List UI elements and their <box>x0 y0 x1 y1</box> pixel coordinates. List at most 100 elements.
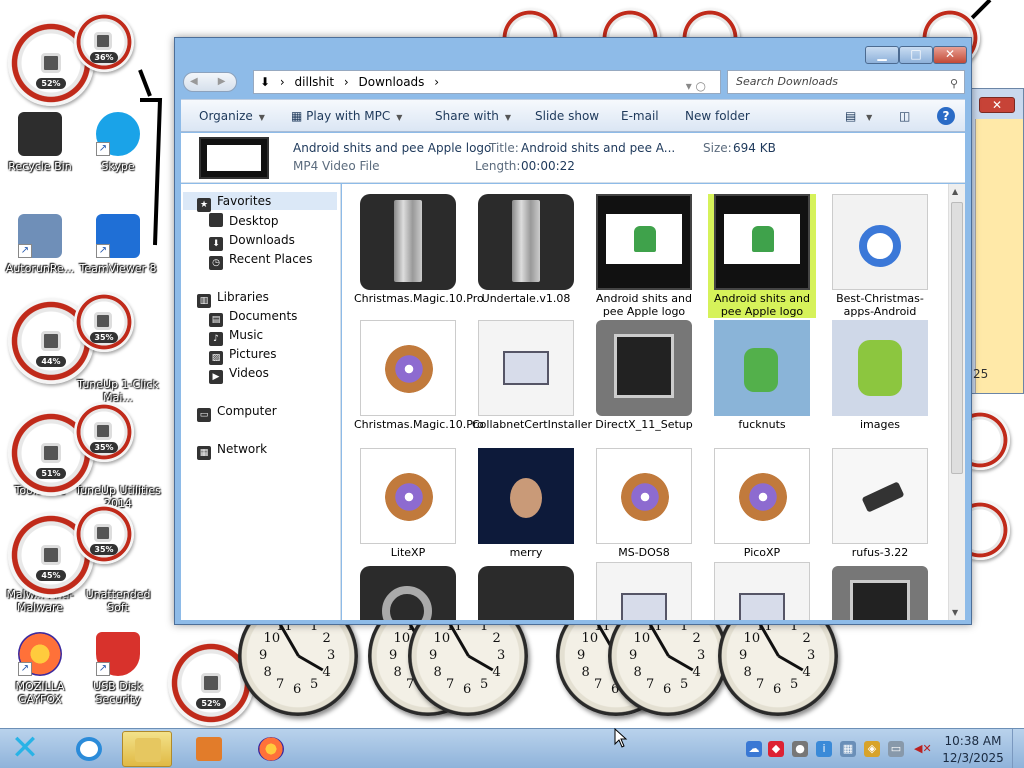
new-folder-button[interactable]: New folder <box>685 109 750 123</box>
image-thumbnail-icon <box>714 320 810 416</box>
minimize-button[interactable]: ▁ <box>865 46 899 64</box>
nav-network[interactable]: ▦ Network <box>197 440 268 460</box>
gauge-widget[interactable]: 36% <box>74 12 134 72</box>
refresh-icon[interactable]: ▾ ○ <box>686 75 706 97</box>
nav-desktop[interactable]: Desktop <box>209 212 279 230</box>
search-icon[interactable]: ⚲ <box>950 73 958 95</box>
video-thumbnail-icon <box>596 194 692 290</box>
desktop-icon-autorun[interactable]: ↗ AutorunRe... <box>0 214 84 275</box>
taskbar-firefox[interactable] <box>246 731 296 767</box>
file-item[interactable]: Christmas.Magic.10.Pro <box>354 194 484 305</box>
desktop-icon-recycle-bin[interactable]: Recycle Bin <box>0 112 84 173</box>
display-icon[interactable]: ▭ <box>888 741 904 757</box>
file-item[interactable]: Undertale.v1.08 <box>472 194 580 305</box>
scroll-down-icon[interactable]: ▼ <box>952 608 958 617</box>
file-item[interactable] <box>708 562 816 620</box>
clock-numeral: 8 <box>263 665 272 680</box>
onedrive-icon[interactable]: ☁ <box>746 741 762 757</box>
clock-numeral: 7 <box>756 677 765 693</box>
gauge-widget[interactable]: 35% <box>74 504 134 564</box>
close-icon[interactable]: ✕ <box>979 97 1015 113</box>
clock-numeral: 9 <box>629 648 638 663</box>
play-with-mpc-button[interactable]: ▦ Play with MPC ▼ <box>291 109 402 123</box>
nav-recent-places[interactable]: ◷ Recent Places <box>209 250 312 270</box>
background-window[interactable]: ✕ 25 <box>968 88 1024 394</box>
file-item-selected[interactable]: Android shits and pee Apple logo <box>708 194 816 318</box>
maximize-button[interactable]: □ <box>899 46 933 64</box>
chat-icon[interactable]: ● <box>792 741 808 757</box>
close-button[interactable]: ✕ <box>933 46 967 64</box>
breadcrumb-downloads[interactable]: Downloads <box>359 75 425 89</box>
file-item[interactable] <box>472 566 580 620</box>
nav-videos-label: Videos <box>229 366 269 380</box>
file-item[interactable] <box>826 566 934 620</box>
network-icon[interactable]: ▦ <box>840 741 856 757</box>
clock-time[interactable]: 10:38 AM <box>938 734 1008 748</box>
desktop-icon-teamviewer[interactable]: ↗ TeamViewer 8 <box>74 214 162 275</box>
nav-videos[interactable]: ▶ Videos <box>209 364 269 384</box>
file-item[interactable]: Best-Christmas-apps-Android <box>826 194 934 318</box>
nav-computer[interactable]: ▭ Computer <box>197 402 277 422</box>
file-item[interactable]: rufus-3.22 <box>826 448 934 559</box>
desktop-icon-firefox[interactable]: ↗ MOZILLA GAYFOX <box>0 632 84 706</box>
taskbar-internet-explorer[interactable] <box>64 731 114 767</box>
view-options-icon[interactable]: ▤ ▼ <box>845 109 872 123</box>
gauge-widget[interactable]: 35% <box>74 402 134 462</box>
nav-network-label: Network <box>217 442 268 456</box>
info-icon[interactable]: i <box>816 741 832 757</box>
show-desktop-button[interactable] <box>1012 729 1024 768</box>
clock-date[interactable]: 12/3/2025 <box>938 751 1008 765</box>
explorer-window[interactable]: ▁ □ ✕ ◀▶ ⬇ › dillshit › Downloads › ▾ ○ … <box>174 37 972 625</box>
desktop-icon-skype[interactable]: ↗ Skype <box>74 112 162 173</box>
gauge-widget[interactable]: 35% <box>74 292 134 352</box>
taskbar-file-explorer[interactable] <box>122 731 172 767</box>
file-item[interactable]: Android shits and pee Apple logo <box>590 194 698 318</box>
file-item[interactable]: Christmas.Magic.10.Pro <box>354 320 484 431</box>
vertical-scrollbar[interactable]: ▲ ▼ <box>948 184 965 620</box>
shield-icon: ↗ <box>96 632 140 676</box>
breadcrumb-dillshit[interactable]: dillshit <box>295 75 335 89</box>
shield-icon[interactable]: ◆ <box>768 741 784 757</box>
path-box[interactable]: ⬇ › dillshit › Downloads › ▾ ○ <box>253 70 721 94</box>
taskbar-media-player[interactable] <box>184 731 234 767</box>
nav-favorites[interactable]: ★ Favorites <box>183 192 337 212</box>
scrollbar-thumb[interactable] <box>951 202 963 474</box>
back-forward-buttons[interactable]: ◀▶ <box>183 72 237 92</box>
clock-numeral: 7 <box>446 677 455 693</box>
documents-icon: ▤ <box>209 313 223 327</box>
nav-libraries[interactable]: ▥ Libraries <box>197 288 269 308</box>
file-item[interactable] <box>590 562 698 620</box>
file-item[interactable]: DirectX_11_Setup <box>590 320 698 431</box>
file-item[interactable] <box>354 566 462 620</box>
security-icon[interactable]: ◈ <box>864 741 880 757</box>
nav-documents[interactable]: ▤ Documents <box>209 307 297 327</box>
file-item[interactable]: PicoXP <box>708 448 816 559</box>
details-title-value[interactable]: Android shits and pee A... <box>521 141 675 155</box>
nav-music[interactable]: ♪ Music <box>209 326 263 346</box>
nav-pictures[interactable]: ▨ Pictures <box>209 345 277 365</box>
shortcut-arrow-icon: ↗ <box>18 662 32 676</box>
start-button[interactable]: ✕ <box>4 731 46 767</box>
desktop-icon-usb-disk-security[interactable]: ↗ USB Disk Security <box>74 632 162 706</box>
file-item[interactable]: LiteXP <box>354 448 462 559</box>
file-item[interactable]: CollabnetCertInstaller <box>472 320 592 431</box>
recent-icon: ◷ <box>209 256 223 270</box>
clock-numeral: 9 <box>389 648 398 663</box>
file-item[interactable]: fucknuts <box>708 320 816 431</box>
organize-button[interactable]: Organize ▼ <box>199 109 265 123</box>
nav-downloads[interactable]: ⬇ Downloads <box>209 231 295 251</box>
slide-show-button[interactable]: Slide show <box>535 109 599 123</box>
email-button[interactable]: E-mail <box>621 109 659 123</box>
search-input[interactable]: Search Downloads ⚲ <box>727 70 965 94</box>
image-thumbnail-icon <box>832 320 928 416</box>
file-item[interactable]: merry <box>472 448 580 559</box>
volume-muted-icon[interactable]: ◀✕ <box>914 741 932 757</box>
clock-numeral: 8 <box>433 665 442 680</box>
file-item[interactable]: images <box>826 320 934 431</box>
preview-pane-icon[interactable]: ◫ <box>899 109 910 123</box>
file-item[interactable]: MS-DOS8 <box>590 448 698 559</box>
help-icon[interactable]: ? <box>937 107 955 125</box>
clock-numeral: 6 <box>293 682 302 697</box>
share-with-button[interactable]: Share with ▼ <box>435 109 511 123</box>
scroll-up-icon[interactable]: ▲ <box>952 187 958 196</box>
